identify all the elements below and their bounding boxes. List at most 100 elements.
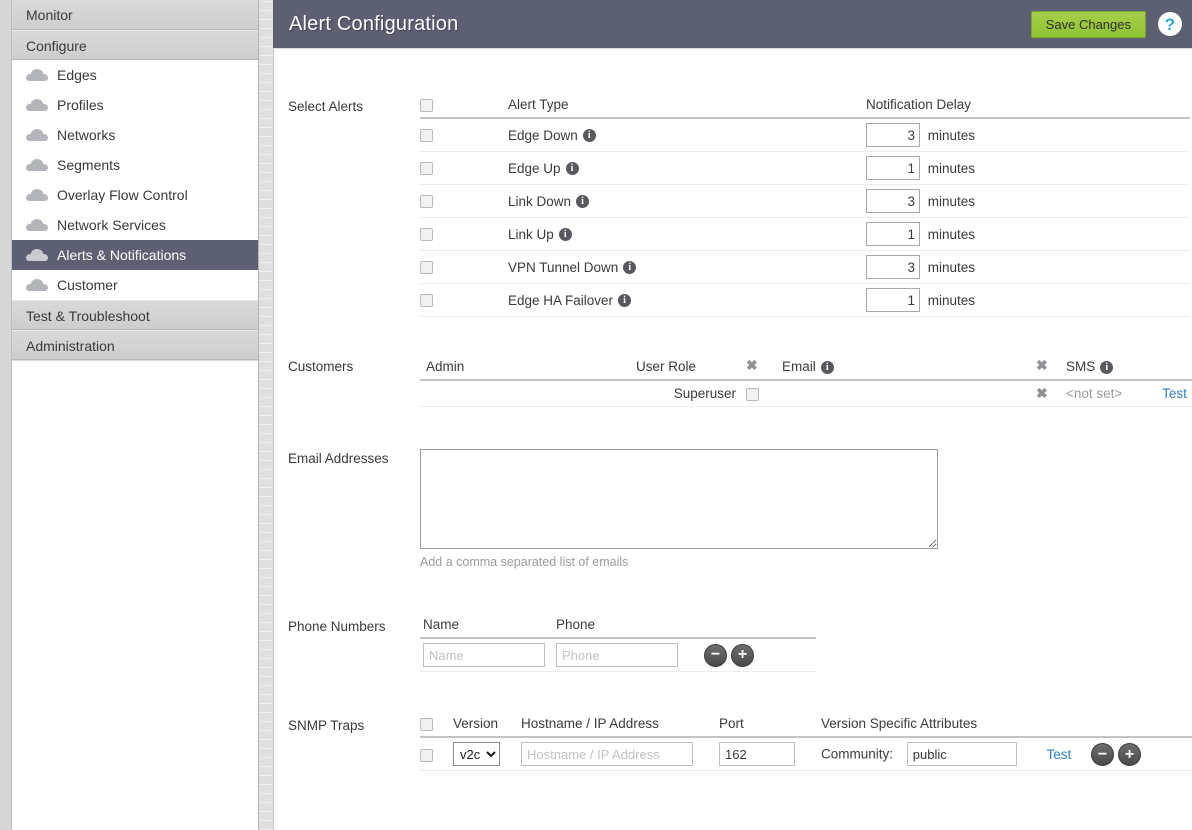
clear-email-column-icon[interactable]: ✖ [1036,357,1048,373]
clear-email-icon[interactable]: ✖ [1036,385,1048,401]
section-email-addresses: Email Addresses Add a comma separated li… [274,449,1192,569]
email-addresses-textarea[interactable] [420,449,938,549]
add-snmp-trap-button[interactable]: + [1118,743,1142,767]
snmp-port-input[interactable] [719,742,795,767]
sidebar-item-networks[interactable]: Networks [12,120,258,150]
table-row: −+ [420,638,816,672]
notification-delay-input[interactable] [866,288,920,312]
table-row: Edge Up i minutes [420,151,1190,185]
user-role-checkbox[interactable] [746,387,759,401]
phone-numbers-label: Phone Numbers [288,619,386,634]
column-header-version: Version [453,716,499,731]
left-rail [0,0,12,830]
table-header-row: Name Phone [420,617,816,638]
column-header-sms: SMS [1066,359,1096,374]
column-header-port: Port [719,716,744,731]
sidebar-item-label: Networks [57,127,116,143]
select-all-snmp-traps-checkbox[interactable] [420,717,433,731]
column-header-name: Name [423,617,460,632]
alert-checkbox-link-down[interactable] [420,195,433,209]
email-addresses-label: Email Addresses [288,451,389,466]
sms-value: <not set> [1066,386,1123,401]
alert-checkbox-edge-ha-failover[interactable] [420,294,433,308]
alert-checkbox-edge-up[interactable] [420,162,433,176]
alert-checkbox-link-up[interactable] [420,228,433,242]
notification-delay-input[interactable] [866,255,920,279]
info-icon[interactable]: i [582,129,596,143]
sidebar-group-administration-label: Administration [26,338,115,354]
table-row: Link Up i minutes [420,217,1190,251]
table-row: Edge Down i minutes [420,118,1190,152]
notification-delay-input[interactable] [866,156,920,180]
sidebar-item-edges[interactable]: Edges [12,60,258,90]
remove-snmp-trap-button[interactable]: − [1091,743,1115,767]
save-changes-button[interactable]: Save Changes [1030,10,1146,38]
sidebar-item-overlay-flow-control[interactable]: Overlay Flow Control [12,180,258,210]
add-phone-button[interactable]: + [731,643,754,667]
section-snmp-traps: SNMP Traps Version Hostname / IP Address… [274,716,1192,772]
select-alerts-table: Alert Type Notification Delay Edge Down i [420,97,1190,317]
sidebar-item-customer[interactable]: Customer [12,270,258,300]
info-icon[interactable]: i [623,261,637,275]
delay-unit-label: minutes [927,226,976,242]
remove-phone-button[interactable]: − [704,643,727,667]
snmp-trap-checkbox[interactable] [420,748,433,762]
notification-delay-input[interactable] [866,123,920,147]
column-header-user-role: User Role [636,359,697,374]
notification-delay-input[interactable] [866,222,920,246]
info-icon[interactable]: i [1100,360,1114,374]
sidebar-item-segments[interactable]: Segments [12,150,258,180]
table-header-row: Alert Type Notification Delay [420,97,1190,118]
column-header-notification-delay: Notification Delay [866,97,972,112]
alert-checkbox-vpn-tunnel-down[interactable] [420,261,433,275]
snmp-community-input[interactable] [906,742,1017,766]
alert-checkbox-edge-down[interactable] [420,129,433,143]
info-icon[interactable]: i [558,228,572,242]
alert-configuration-page: Monitor Configure Edges Profiles Network… [0,0,1192,830]
community-label: Community: [821,746,894,762]
snmp-hostname-input[interactable] [521,742,693,767]
cloud-icon [26,188,48,201]
notification-delay-input[interactable] [866,189,920,213]
cloud-icon [26,128,48,141]
alert-type-label: Edge HA Failover [508,292,614,308]
sidebar-item-profiles[interactable]: Profiles [12,90,258,120]
sidebar-item-label: Overlay Flow Control [57,187,188,203]
cloud-icon [26,218,48,231]
clear-user-role-column-icon[interactable]: ✖ [746,357,758,373]
table-row: Link Down i minutes [420,184,1190,218]
section-select-alerts: Select Alerts Alert Type Notification De… [274,97,1192,317]
section-phone-numbers: Phone Numbers Name Phone Name Phone − + [274,617,1192,672]
info-icon[interactable]: i [618,294,632,308]
sidebar-group-administration[interactable]: Administration [12,330,258,360]
cloud-icon [26,98,48,111]
table-header-row: Admin User Role ✖ Email i ✖ SMS i [420,357,1192,380]
sidebar-item-alerts-notifications[interactable]: Alerts & Notifications [12,240,258,270]
info-icon[interactable]: i [565,162,579,176]
sidebar-group-configure[interactable]: Configure [12,30,258,60]
select-all-alerts-checkbox[interactable] [420,98,433,112]
info-icon[interactable]: i [820,360,834,374]
table-header-row: Version Hostname / IP Address Port Versi… [420,716,1192,737]
sms-test-link[interactable]: Test [1162,386,1187,401]
cloud-icon [26,248,48,261]
section-customers: Customers Admin User Role ✖ Email i ✖ SM… [274,357,1192,407]
help-question-icon[interactable]: ? [1158,12,1182,36]
sidebar-item-network-services[interactable]: Network Services [12,210,258,240]
sidebar-group-test-troubleshoot-label: Test & Troubleshoot [26,308,150,324]
snmp-version-select[interactable]: v2c [453,742,500,767]
sidebar-group-monitor[interactable]: Monitor [12,0,258,30]
sidebar-group-test-troubleshoot[interactable]: Test & Troubleshoot [12,300,258,330]
email-addresses-hint: Add a comma separated list of emails [420,555,629,569]
cloud-icon [26,278,48,291]
user-role-value: Superuser [636,380,746,407]
phone-number-input[interactable] [556,643,678,667]
customers-table: Admin User Role ✖ Email i ✖ SMS i Superu… [420,357,1192,407]
phone-numbers-table: Name Phone Name Phone − + [420,617,816,672]
snmp-test-link[interactable]: Test [1047,747,1072,762]
info-icon[interactable]: i [576,195,590,209]
column-header-hostname: Hostname / IP Address [521,716,659,731]
column-header-version-specific-attributes: Version Specific Attributes [821,716,978,731]
phone-name-input[interactable] [423,643,545,667]
sidebar-group-configure-label: Configure [26,38,87,54]
